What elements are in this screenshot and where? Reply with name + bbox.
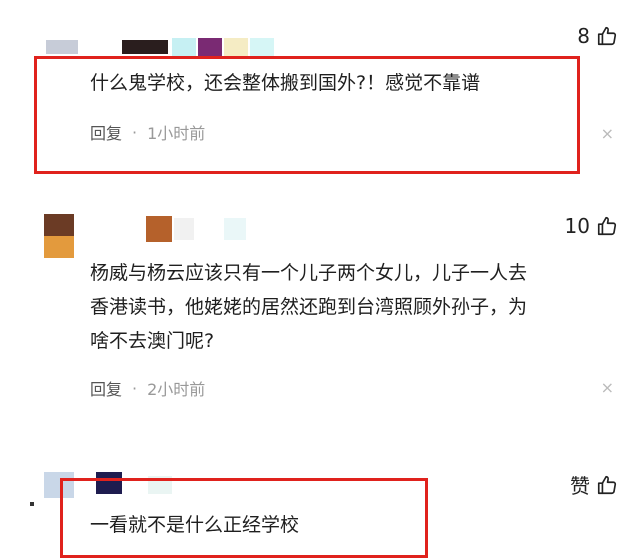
avatar-blur [172, 38, 282, 56]
timestamp: 2小时前 [147, 380, 206, 399]
avatar[interactable] [18, 30, 168, 56]
comment-text-line: 啥不去澳门呢? [90, 330, 215, 352]
comment-3: 赞 一看就不是什么正经学校 [0, 460, 640, 558]
meta-separator: · [132, 378, 138, 398]
avatar[interactable] [44, 214, 74, 258]
thumbs-up-icon [597, 216, 617, 236]
avatar-dot [30, 502, 34, 506]
like-count: 8 [577, 24, 590, 48]
comment-text-line: 香港读书，他姥姥的居然还跑到台湾照顾外孙子，为 [90, 296, 528, 318]
like-count: 10 [564, 214, 590, 238]
comment-text: 杨威与杨云应该只有一个儿子两个女儿，儿子一人去 香港读书，他姥姥的居然还跑到台湾… [90, 256, 527, 358]
highlight-box [60, 478, 428, 558]
like-button[interactable]: 10 [565, 214, 618, 238]
like-label: 赞 [570, 474, 590, 498]
avatar-blur [146, 216, 256, 242]
close-icon[interactable]: × [601, 378, 614, 397]
thumbs-up-icon [597, 26, 617, 46]
like-button[interactable]: 赞 [570, 470, 618, 499]
like-button[interactable]: 8 [577, 24, 618, 48]
comment-text-line: 杨威与杨云应该只有一个儿子两个女儿，儿子一人去 [90, 262, 528, 284]
reply-button[interactable]: 回复 [90, 376, 122, 400]
close-icon[interactable]: × [601, 124, 614, 143]
comment-1: 8 什么鬼学校，还会整体搬到国外?！感觉不靠谱 回复 · 1小时前 × [0, 0, 640, 180]
highlight-box [34, 56, 580, 174]
comment-2: 10 杨威与杨云应该只有一个儿子两个女儿，儿子一人去 香港读书，他姥姥的居然还跑… [0, 200, 640, 420]
thumbs-up-icon [597, 475, 617, 494]
comment-meta: 回复 · 2小时前 [90, 376, 205, 400]
